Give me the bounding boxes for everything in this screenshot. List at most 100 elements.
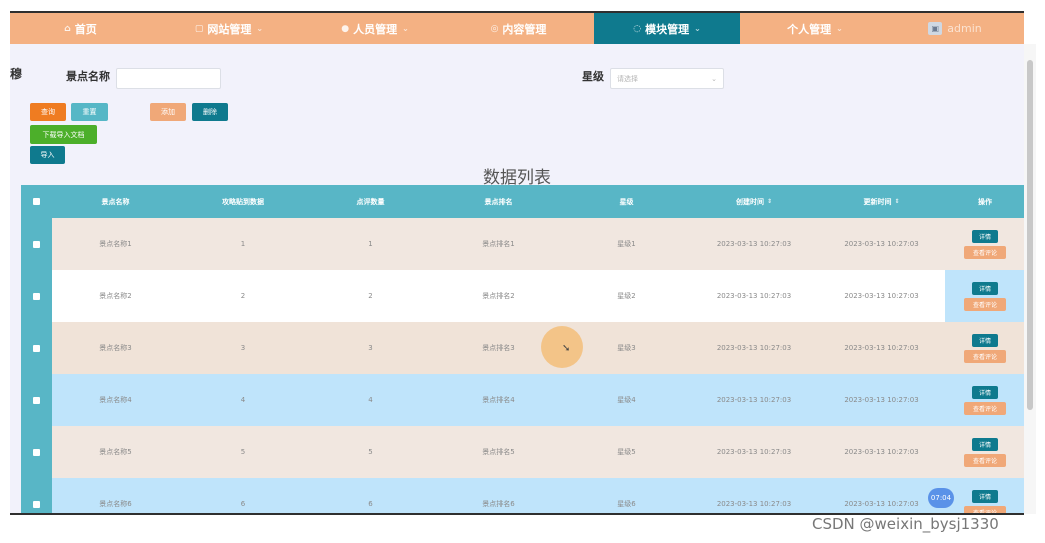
cell-updated: 2023-03-13 10:27:03 bbox=[818, 478, 945, 514]
cell-star-text: 星级6 bbox=[617, 500, 636, 508]
sort-icon[interactable]: ⇕ bbox=[767, 198, 772, 205]
view-reviews-button[interactable]: 查看评论 bbox=[964, 297, 1006, 311]
view-reviews-button[interactable]: 查看评论 bbox=[964, 453, 1006, 467]
sort-icon[interactable]: ⇕ bbox=[894, 198, 899, 205]
table-row[interactable]: 景点名称3 3 3 景点排名3 星级3 2023-03-13 10:27:03 2023-0… bbox=[21, 322, 1024, 374]
nav-label: 人员管理 bbox=[353, 22, 398, 36]
cell-created-text: 2023-03-13 10:27:03 bbox=[716, 344, 792, 352]
chevron-down-icon: ⌄ bbox=[836, 24, 843, 33]
site-icon: ▢ bbox=[194, 23, 204, 34]
detail-button[interactable]: 详情 bbox=[972, 437, 998, 451]
query-button[interactable]: 查询 bbox=[30, 103, 66, 121]
cell-rank-text: 景点排名2 bbox=[482, 292, 515, 300]
cell-name: 景点名称2 bbox=[52, 270, 179, 322]
row-select-cell[interactable] bbox=[21, 218, 52, 270]
detail-button[interactable]: 详情 bbox=[972, 229, 998, 243]
nav-label: 模块管理 bbox=[645, 22, 690, 36]
row-select-cell[interactable] bbox=[21, 270, 52, 322]
delete-button[interactable]: 删除 bbox=[192, 103, 228, 121]
cell-guides-text: 1 bbox=[240, 240, 246, 248]
cell-actions: 详情 查看评论 bbox=[945, 426, 1024, 478]
cell-guides-text: 3 bbox=[240, 344, 246, 352]
nav-home[interactable]: ⌂ 首页 bbox=[10, 13, 156, 44]
row-checkbox[interactable] bbox=[33, 240, 40, 248]
row-select-cell[interactable] bbox=[21, 374, 52, 426]
col-header-label: 更新时间 bbox=[863, 197, 892, 206]
row-select-cell[interactable] bbox=[21, 322, 52, 374]
cell-actions: 详情 查看评论 bbox=[945, 218, 1024, 270]
cell-star-text: 星级1 bbox=[617, 240, 636, 248]
row-select-cell[interactable] bbox=[21, 426, 52, 478]
col-header: 景点排名 bbox=[434, 185, 563, 218]
row-checkbox[interactable] bbox=[33, 292, 40, 300]
col-header-updated[interactable]: 更新时间 ⇕ bbox=[818, 185, 945, 218]
module-icon: ◌ bbox=[633, 23, 642, 34]
col-header: 点评数量 bbox=[307, 185, 434, 218]
top-nav: ⌂ 首页 ▢ 网站管理 ⌄ ● 人员管理 ⌄ ◎ 内容管理 ◌ 模块管理 ⌄ 个人管理 ⌄ ▣ ad… bbox=[10, 13, 1024, 44]
user-menu[interactable]: ▣ admin bbox=[886, 13, 1024, 44]
detail-button[interactable]: 详情 bbox=[972, 385, 998, 399]
reset-button[interactable]: 重置 bbox=[71, 103, 108, 121]
row-checkbox[interactable] bbox=[33, 500, 40, 508]
cell-created-text: 2023-03-13 10:27:03 bbox=[716, 240, 792, 248]
row-checkbox[interactable] bbox=[33, 396, 40, 404]
download-template-button[interactable]: 下载导入文档 bbox=[30, 125, 97, 144]
table-row[interactable]: 景点名称6 6 6 景点排名6 星级6 2023-03-13 10:27:03 2023-0… bbox=[21, 478, 1024, 514]
cell-updated: 2023-03-13 10:27:03 bbox=[818, 322, 945, 374]
nav-label: 首页 bbox=[74, 22, 97, 36]
row-select-cell[interactable] bbox=[21, 478, 52, 514]
detail-button[interactable]: 详情 bbox=[972, 333, 998, 347]
cell-updated-text: 2023-03-13 10:27:03 bbox=[844, 292, 919, 300]
table-row[interactable]: 景点名称4 4 4 景点排名4 星级4 2023-03-13 10:27:03 2023-0… bbox=[21, 374, 1024, 426]
nav-personal-management[interactable]: 个人管理 ⌄ bbox=[740, 13, 886, 44]
nav-module-management[interactable]: ◌ 模块管理 ⌄ bbox=[594, 13, 740, 44]
col-header: 攻略贴到数据 bbox=[179, 185, 307, 218]
cell-reviews: 6 bbox=[307, 478, 434, 514]
cell-created-text: 2023-03-13 10:27:03 bbox=[716, 500, 792, 508]
select-all-checkbox[interactable] bbox=[33, 198, 40, 205]
cell-created-text: 2023-03-13 10:27:03 bbox=[716, 448, 792, 456]
table-row[interactable]: 景点名称2 2 2 景点排名2 星级2 2023-03-13 10:27:03 2023-0… bbox=[21, 270, 1024, 322]
cell-guides-text: 5 bbox=[240, 448, 246, 456]
cell-name-text: 景点名称2 bbox=[99, 292, 132, 300]
add-button[interactable]: 添加 bbox=[150, 103, 186, 121]
cell-star-text: 星级2 bbox=[617, 292, 636, 300]
time-badge: 07:04 bbox=[928, 488, 954, 508]
nav-staff-management[interactable]: ● 人员管理 ⌄ bbox=[302, 13, 448, 44]
star-select[interactable]: 请选择 ⌄ bbox=[610, 68, 724, 89]
detail-button[interactable]: 详情 bbox=[972, 281, 998, 295]
table-row[interactable]: 景点名称5 5 5 景点排名5 星级5 2023-03-13 10:27:03 2023-0… bbox=[21, 426, 1024, 478]
cell-rank-text: 景点排名4 bbox=[482, 396, 515, 404]
row-checkbox[interactable] bbox=[33, 448, 40, 456]
cell-rank-text: 景点排名1 bbox=[482, 240, 515, 248]
scrollbar-thumb[interactable] bbox=[1027, 60, 1033, 410]
row-checkbox[interactable] bbox=[33, 344, 40, 352]
nav-content-management[interactable]: ◎ 内容管理 bbox=[448, 13, 594, 44]
chevron-down-icon: ⌄ bbox=[402, 24, 409, 33]
cell-updated: 2023-03-13 10:27:03 bbox=[818, 426, 945, 478]
view-reviews-button[interactable]: 查看评论 bbox=[964, 349, 1006, 363]
nav-site-management[interactable]: ▢ 网站管理 ⌄ bbox=[156, 13, 302, 44]
scenic-name-input[interactable] bbox=[116, 68, 221, 89]
cell-actions: 详情 查看评论 bbox=[945, 322, 1024, 374]
cell-name: 景点名称1 bbox=[52, 218, 179, 270]
cell-reviews: 3 bbox=[307, 322, 434, 374]
view-reviews-button[interactable]: 查看评论 bbox=[964, 245, 1006, 259]
import-button[interactable]: 导入 bbox=[30, 146, 65, 164]
cell-updated-text: 2023-03-13 10:27:03 bbox=[844, 448, 919, 456]
select-all-cell[interactable] bbox=[21, 185, 52, 218]
cell-reviews: 4 bbox=[307, 374, 434, 426]
cell-name-text: 景点名称5 bbox=[99, 448, 132, 456]
cell-actions: 详情 查看评论 bbox=[945, 374, 1024, 426]
table-row[interactable]: 景点名称1 1 1 景点排名1 星级1 2023-03-13 10:27:03 2023-0… bbox=[21, 218, 1024, 270]
cell-reviews-text: 1 bbox=[368, 240, 373, 248]
cell-guides: 4 bbox=[179, 374, 307, 426]
detail-button[interactable]: 详情 bbox=[972, 489, 998, 503]
breadcrumb: 穆 bbox=[10, 67, 23, 81]
cell-name-text: 景点名称6 bbox=[99, 500, 132, 508]
view-reviews-button[interactable]: 查看评论 bbox=[964, 401, 1006, 415]
cell-name: 景点名称4 bbox=[52, 374, 179, 426]
table-header: 景点名称 攻略贴到数据 点评数量 景点排名 星级 创建时间 ⇕ 更新时间 ⇕ 操作 bbox=[21, 185, 1024, 218]
cell-name: 景点名称5 bbox=[52, 426, 179, 478]
col-header-created[interactable]: 创建时间 ⇕ bbox=[690, 185, 818, 218]
